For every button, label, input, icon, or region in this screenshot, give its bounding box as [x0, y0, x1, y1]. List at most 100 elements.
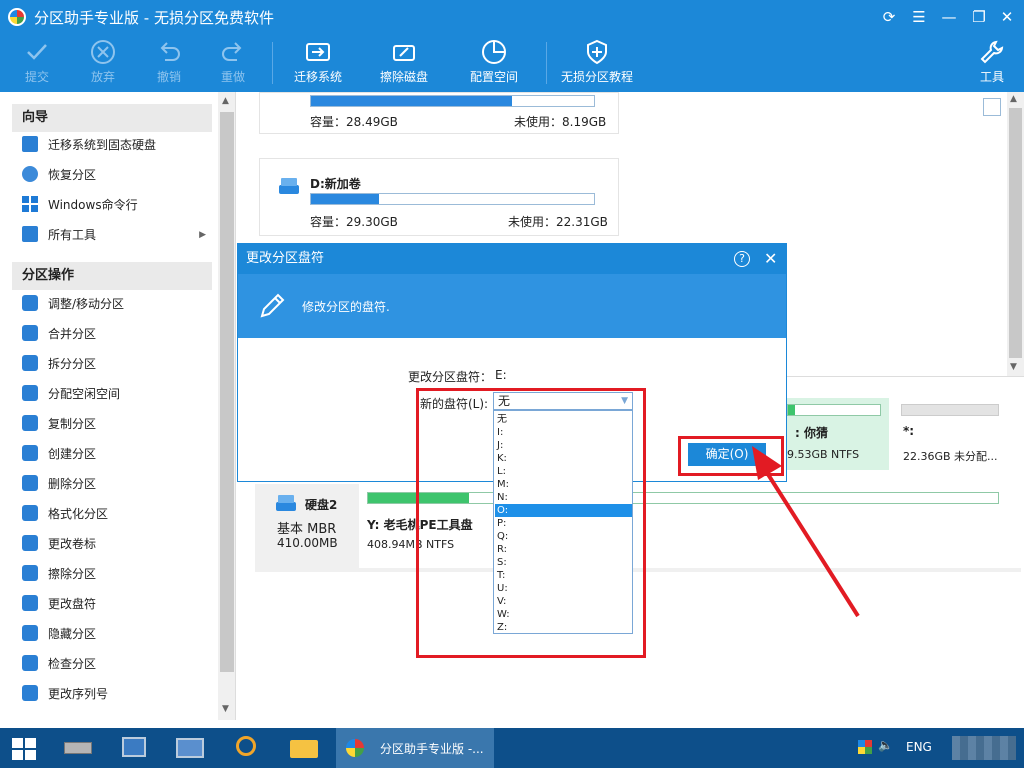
- partition-ops-header: 分区操作: [12, 262, 212, 290]
- sidebar-scrollbar[interactable]: ▲ ▼: [218, 92, 235, 720]
- magnifier-icon[interactable]: [228, 732, 264, 764]
- sidebar-item-wipe[interactable]: 擦除分区: [22, 563, 96, 585]
- sidebar-item-copy[interactable]: 复制分区: [22, 413, 96, 435]
- partition-card-c[interactable]: 容量：28.49GB 未使用：8.19GB: [259, 92, 619, 134]
- sidebar-item-delete[interactable]: 删除分区: [22, 473, 96, 495]
- sidebar-item-allocate-free[interactable]: 分配空闲空间: [22, 383, 120, 405]
- usage-bar: [310, 193, 595, 205]
- sidebar-item-check[interactable]: 检查分区: [22, 653, 96, 675]
- sidebar-item-migrate-ssd[interactable]: 迁移系统到固态硬盘: [22, 134, 156, 156]
- partition-card-d[interactable]: D:新加卷 容量：29.30GB 未使用：22.31GB: [259, 158, 619, 236]
- format-icon: [22, 505, 38, 521]
- migrate-icon: [306, 43, 330, 61]
- sidebar-item-label: 检查分区: [48, 657, 97, 671]
- dialog-close-icon[interactable]: ✕: [764, 249, 777, 268]
- grid-icon: [22, 226, 38, 242]
- pie-chart-icon: [482, 40, 506, 64]
- sidebar-item-label: 调整/移动分区: [48, 297, 125, 311]
- language-indicator[interactable]: ENG: [906, 740, 932, 754]
- scrollbar-thumb[interactable]: [220, 112, 234, 672]
- keyboard-icon[interactable]: [172, 732, 208, 764]
- close-icon[interactable]: ✕: [996, 6, 1018, 28]
- merge-icon: [22, 325, 38, 341]
- sidebar-item-merge[interactable]: 合并分区: [22, 323, 96, 345]
- memory-chip-icon[interactable]: [60, 732, 96, 764]
- wizard-header: 向导: [12, 104, 212, 132]
- tray-app-icon[interactable]: [858, 740, 872, 754]
- sidebar-item-format[interactable]: 格式化分区: [22, 503, 108, 525]
- sidebar-item-label: 合并分区: [48, 327, 97, 341]
- sidebar-item-hide[interactable]: 隐藏分区: [22, 623, 96, 645]
- window-title: 分区助手专业版 - 无损分区免费软件: [34, 9, 274, 27]
- dialog-title: 更改分区盘符: [238, 244, 786, 274]
- wrench-icon: [980, 40, 1004, 64]
- sidebar-item-label: 更改卷标: [48, 537, 97, 551]
- undo-button[interactable]: 撤销: [146, 34, 192, 92]
- app-logo-icon: [8, 8, 26, 26]
- eraser-icon: [393, 45, 415, 61]
- restore-icon[interactable]: ❐: [968, 6, 990, 28]
- discard-button[interactable]: 放弃: [80, 34, 126, 92]
- sidebar-item-label: 所有工具: [48, 228, 97, 242]
- computer-icon[interactable]: [116, 732, 152, 764]
- redo-label: 重做: [220, 70, 245, 84]
- migrate-os-button[interactable]: 迁移系统: [290, 34, 346, 92]
- help-icon[interactable]: ?: [734, 251, 750, 267]
- change-label-icon: [22, 535, 38, 551]
- sidebar-item-label: 隐藏分区: [48, 627, 97, 641]
- tools-label: 工具: [979, 70, 1004, 84]
- sidebar-item-resize-move[interactable]: 调整/移动分区: [22, 293, 124, 315]
- tutorial-button[interactable]: 无损分区教程: [558, 34, 636, 92]
- sidebar-item-label: Windows命令行: [48, 198, 138, 212]
- migrate-label: 迁移系统: [293, 70, 342, 84]
- sidebar-item-windows-cmd[interactable]: Windows命令行: [22, 194, 138, 216]
- partition-name: : 你猜: [795, 426, 828, 440]
- toolbar: 提交 放弃 撤销 重做 迁移系统 擦除磁盘 配置空间 无损分区教程 工具: [0, 34, 1024, 92]
- view-toggle-icon[interactable]: [983, 98, 1001, 116]
- undo-label: 撤销: [156, 70, 181, 84]
- drive-icon: [276, 495, 296, 511]
- sidebar-item-change-label[interactable]: 更改卷标: [22, 533, 96, 555]
- taskbar-active-app[interactable]: 分区助手专业版 -...: [336, 728, 494, 768]
- redo-button[interactable]: 重做: [210, 34, 256, 92]
- copy-icon: [22, 415, 38, 431]
- red-arrow-icon: [752, 446, 860, 618]
- sidebar-item-recover[interactable]: 恢复分区: [22, 164, 96, 186]
- folder-icon[interactable]: [286, 732, 322, 764]
- allocate-space-button[interactable]: 配置空间: [466, 34, 522, 92]
- scroll-up-icon[interactable]: ▲: [1010, 94, 1017, 104]
- pencil-icon: [260, 293, 285, 318]
- scrollbar-thumb[interactable]: [1009, 108, 1022, 358]
- tutorial-label: 无损分区教程: [560, 70, 633, 84]
- scroll-up-icon[interactable]: ▲: [222, 96, 229, 106]
- commit-button[interactable]: 提交: [14, 34, 60, 92]
- resize-move-icon: [22, 295, 38, 311]
- refresh-icon[interactable]: ⟳: [878, 6, 900, 28]
- split-icon: [22, 355, 38, 371]
- partition-tile-unallocated[interactable]: *: 22.36GB 未分配...: [895, 398, 1003, 470]
- speaker-icon[interactable]: 🔈: [878, 738, 893, 752]
- sidebar-item-label: 迁移系统到固态硬盘: [48, 138, 157, 152]
- migrate-ssd-icon: [22, 136, 38, 152]
- sidebar-item-split[interactable]: 拆分分区: [22, 353, 96, 375]
- menu-icon[interactable]: ☰: [908, 6, 930, 28]
- sidebar-item-label: 删除分区: [48, 477, 97, 491]
- title-bar: 分区助手专业版 - 无损分区免费软件 ⟳ ☰ — ❐ ✕: [0, 0, 1024, 34]
- scroll-down-icon[interactable]: ▼: [1010, 362, 1017, 372]
- tools-button[interactable]: 工具: [974, 34, 1010, 92]
- usage-bar: [310, 95, 595, 107]
- wipe-disk-button[interactable]: 擦除磁盘: [376, 34, 432, 92]
- scroll-down-icon[interactable]: ▼: [222, 704, 229, 714]
- sidebar-item-change-serial[interactable]: 更改序列号: [22, 683, 108, 705]
- clock-area[interactable]: [952, 736, 1016, 760]
- sidebar-item-create[interactable]: 创建分区: [22, 443, 96, 465]
- minimize-icon[interactable]: —: [938, 6, 960, 28]
- sidebar-item-all-tools[interactable]: 所有工具 ▶: [22, 224, 206, 246]
- main-scrollbar[interactable]: ▲ ▼: [1007, 92, 1024, 376]
- discard-label: 放弃: [90, 70, 115, 84]
- chevron-right-icon: ▶: [199, 230, 206, 240]
- capacity-text: 容量：28.49GB: [310, 115, 398, 129]
- current-letter-value: E:: [495, 368, 507, 382]
- windows-start-icon[interactable]: [12, 738, 36, 760]
- sidebar-item-change-letter[interactable]: 更改盘符: [22, 593, 96, 615]
